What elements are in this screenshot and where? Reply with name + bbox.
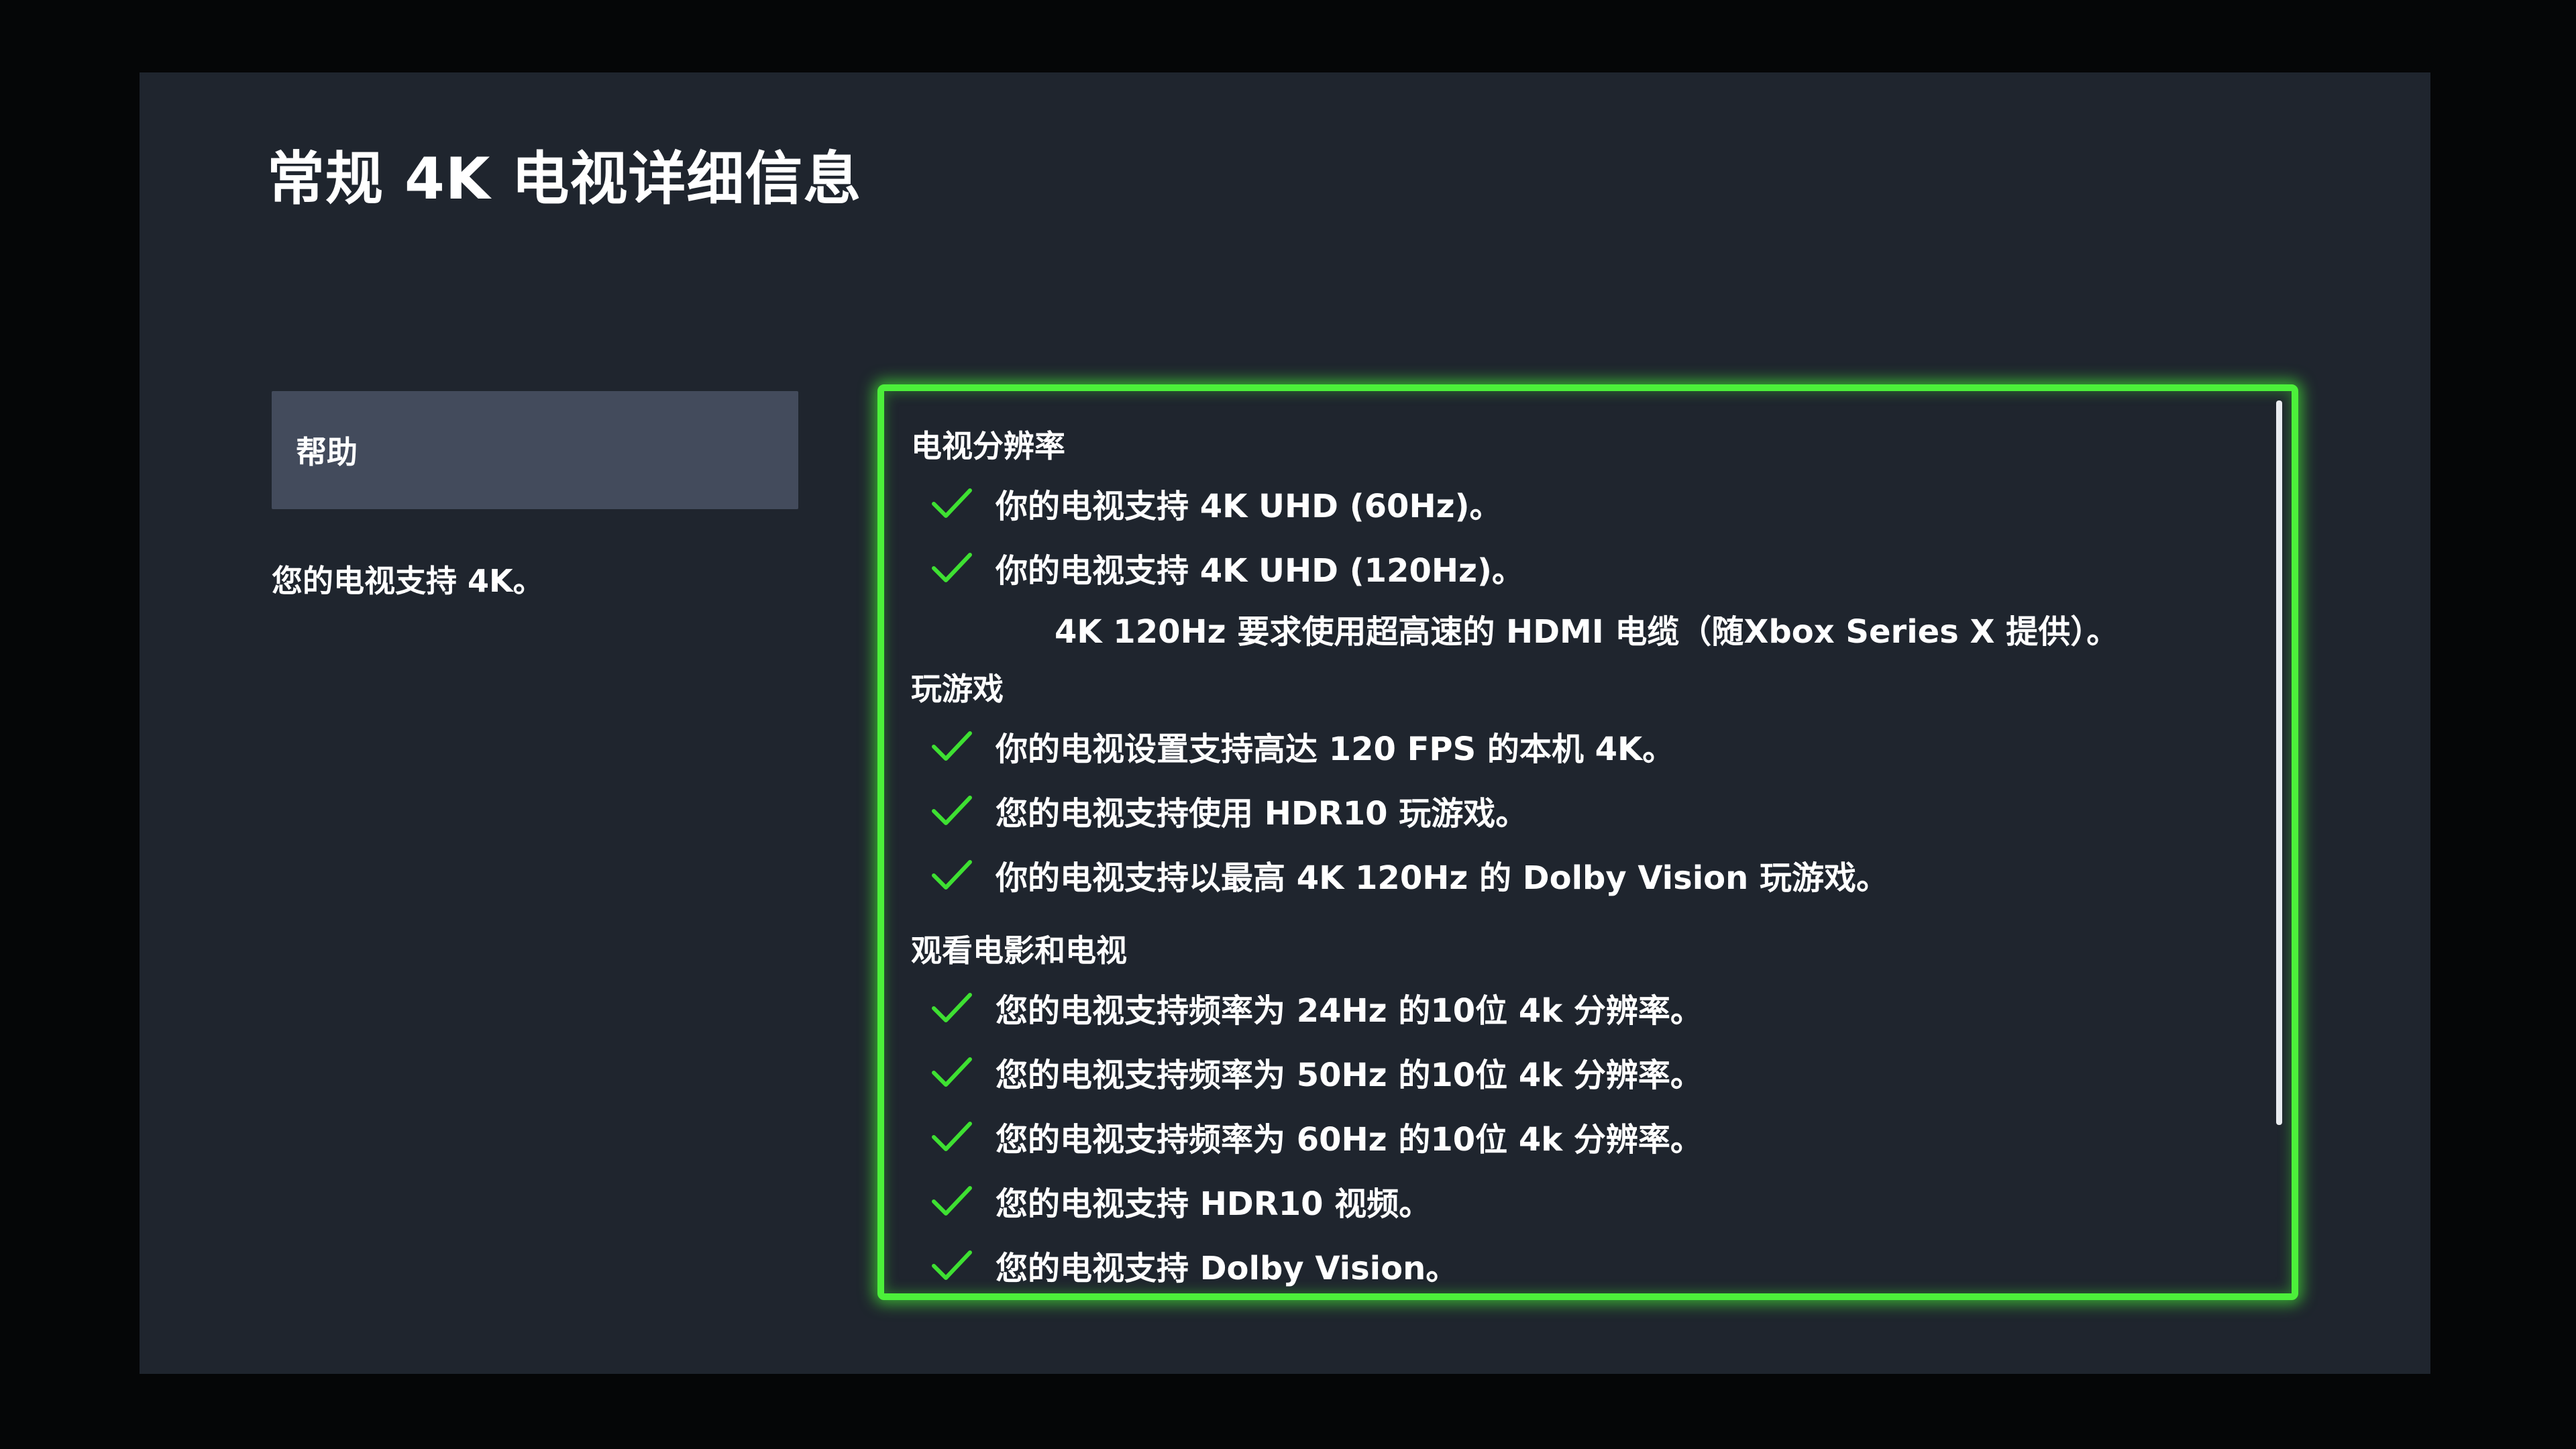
hdmi-cable-note: 4K 120Hz 要求使用超高速的 HDMI 电缆（随Xbox Series X… bbox=[1055, 613, 2119, 651]
checkmark-icon bbox=[931, 991, 973, 1024]
list-item: 您的电视支持 Dolby Vision。 bbox=[911, 1233, 2251, 1293]
page-title: 常规 4K 电视详细信息 bbox=[267, 146, 862, 213]
checkmark-icon bbox=[931, 794, 973, 827]
list-item: 您的电视支持频率为 50Hz 的10位 4k 分辨率。 bbox=[911, 1040, 2251, 1104]
list-item-text: 您的电视支持频率为 50Hz 的10位 4k 分辨率。 bbox=[996, 1057, 1703, 1094]
list-item: 您的电视支持使用 HDR10 玩游戏。 bbox=[911, 778, 2251, 843]
list-item-text: 你的电视设置支持高达 120 FPS 的本机 4K。 bbox=[996, 731, 1675, 768]
list-item: 您的电视支持频率为 60Hz 的10位 4k 分辨率。 bbox=[911, 1104, 2251, 1169]
section-heading-movies-tv: 观看电影和电视 bbox=[911, 932, 1127, 969]
checkmark-icon bbox=[931, 551, 973, 584]
list-item: 你的电视支持 4K UHD (120Hz)。 bbox=[911, 535, 2251, 600]
settings-screen: 常规 4K 电视详细信息 帮助 您的电视支持 4K。 电视分辨率 你的电视支持 … bbox=[140, 72, 2430, 1374]
tv-details-panel[interactable]: 电视分辨率 你的电视支持 4K UHD (60Hz)。 你的电视支持 4K UH… bbox=[877, 384, 2298, 1300]
list-item: 你的电视设置支持高达 120 FPS 的本机 4K。 bbox=[911, 714, 2251, 778]
list-item-text: 您的电视支持频率为 60Hz 的10位 4k 分辨率。 bbox=[996, 1121, 1703, 1159]
list-item: 你的电视支持以最高 4K 120Hz 的 Dolby Vision 玩游戏。 bbox=[911, 843, 2251, 907]
checkmark-icon bbox=[931, 486, 973, 520]
section-heading-gaming: 玩游戏 bbox=[911, 671, 1004, 707]
list-item-text: 您的电视支持频率为 24Hz 的10位 4k 分辨率。 bbox=[996, 992, 1703, 1030]
checkmark-icon bbox=[931, 1120, 973, 1153]
checkmark-icon bbox=[931, 1248, 973, 1282]
list-item: 您的电视支持 HDR10 视频。 bbox=[911, 1169, 2251, 1233]
checkmark-icon bbox=[931, 1184, 973, 1218]
checkmark-icon bbox=[931, 858, 973, 892]
list-item-text: 你的电视支持 4K UHD (60Hz)。 bbox=[996, 488, 1502, 525]
checkmark-icon bbox=[931, 729, 973, 763]
scrollbar[interactable] bbox=[2276, 400, 2282, 1125]
details-content: 电视分辨率 你的电视支持 4K UHD (60Hz)。 你的电视支持 4K UH… bbox=[911, 421, 2251, 1293]
list-item-text: 你的电视支持 4K UHD (120Hz)。 bbox=[996, 552, 1524, 590]
section-heading-resolution: 电视分辨率 bbox=[911, 428, 1065, 464]
list-item: 您的电视支持频率为 24Hz 的10位 4k 分辨率。 bbox=[911, 975, 2251, 1040]
checkmark-icon bbox=[931, 1055, 973, 1089]
list-item: 你的电视支持 4K UHD (60Hz)。 bbox=[911, 471, 2251, 535]
list-item-text: 您的电视支持 Dolby Vision。 bbox=[996, 1250, 1458, 1287]
list-item-text: 您的电视支持使用 HDR10 玩游戏。 bbox=[996, 795, 1528, 833]
list-item-text: 你的电视支持以最高 4K 120Hz 的 Dolby Vision 玩游戏。 bbox=[996, 859, 1889, 897]
sidebar-description: 您的电视支持 4K。 bbox=[272, 563, 544, 599]
list-item-text: 您的电视支持 HDR10 视频。 bbox=[996, 1185, 1432, 1223]
help-button[interactable]: 帮助 bbox=[272, 391, 798, 509]
